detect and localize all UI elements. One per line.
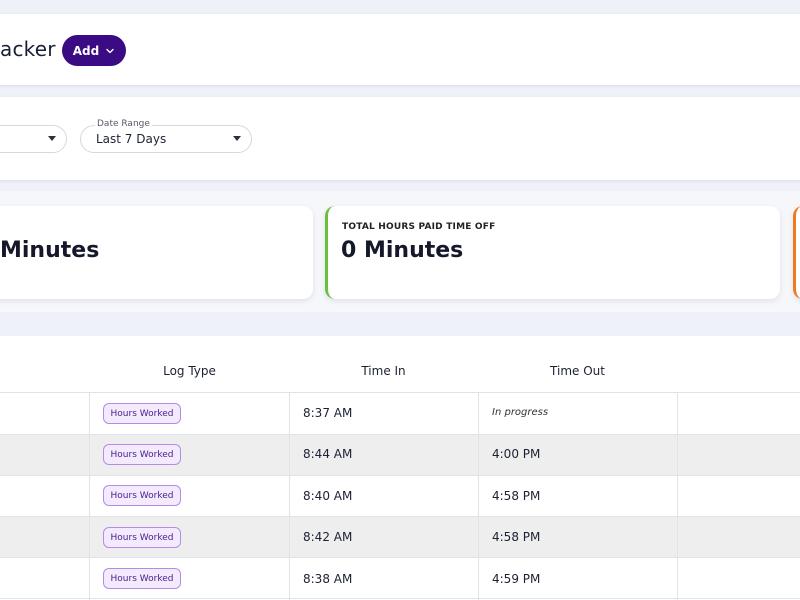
add-button-label: Add [72, 43, 100, 58]
stat-value: Minutes [0, 238, 100, 263]
chevron-down-icon [106, 48, 114, 53]
filter-select[interactable] [0, 125, 67, 153]
stat-label: TOTAL HOURS PAID TIME OFF [342, 222, 496, 232]
column-header-time-out[interactable]: Time Out [478, 364, 677, 378]
time-in-cell: 8:40 AM [303, 489, 353, 503]
add-button[interactable]: Add [62, 35, 126, 66]
time-out-cell: 4:58 PM [492, 489, 541, 503]
column-divider [89, 393, 90, 600]
column-divider [478, 393, 479, 600]
log-type-badge: Hours Worked [103, 568, 181, 589]
log-type-badge: Hours Worked [103, 485, 181, 506]
log-type-badge: Hours Worked [103, 403, 181, 424]
column-header-log-type[interactable]: Log Type [90, 364, 289, 378]
caret-down-icon [233, 136, 241, 141]
divider [0, 598, 800, 599]
column-divider [289, 393, 290, 600]
caret-down-icon [48, 136, 56, 141]
date-range-label: Date Range [95, 119, 152, 129]
stat-card-partial [793, 206, 800, 299]
date-range-value: Last 7 Days [96, 132, 167, 146]
time-in-cell: 8:44 AM [303, 447, 353, 461]
time-out-cell: 4:58 PM [492, 530, 541, 544]
log-type-badge: Hours Worked [103, 444, 181, 465]
time-in-cell: 8:42 AM [303, 530, 353, 544]
time-out-cell: In progress [492, 407, 549, 418]
time-out-cell: 4:59 PM [492, 572, 541, 586]
stat-value: 0 Minutes [341, 238, 464, 263]
time-in-cell: 8:38 AM [303, 572, 353, 586]
column-header-time-in[interactable]: Time In [289, 364, 478, 378]
time-in-cell: 8:37 AM [303, 406, 353, 420]
time-out-cell: 4:00 PM [492, 447, 541, 461]
log-type-badge: Hours Worked [103, 527, 181, 548]
column-divider [677, 393, 678, 600]
page-title: acker [0, 37, 56, 61]
date-range-select[interactable]: Last 7 Days [80, 125, 252, 153]
